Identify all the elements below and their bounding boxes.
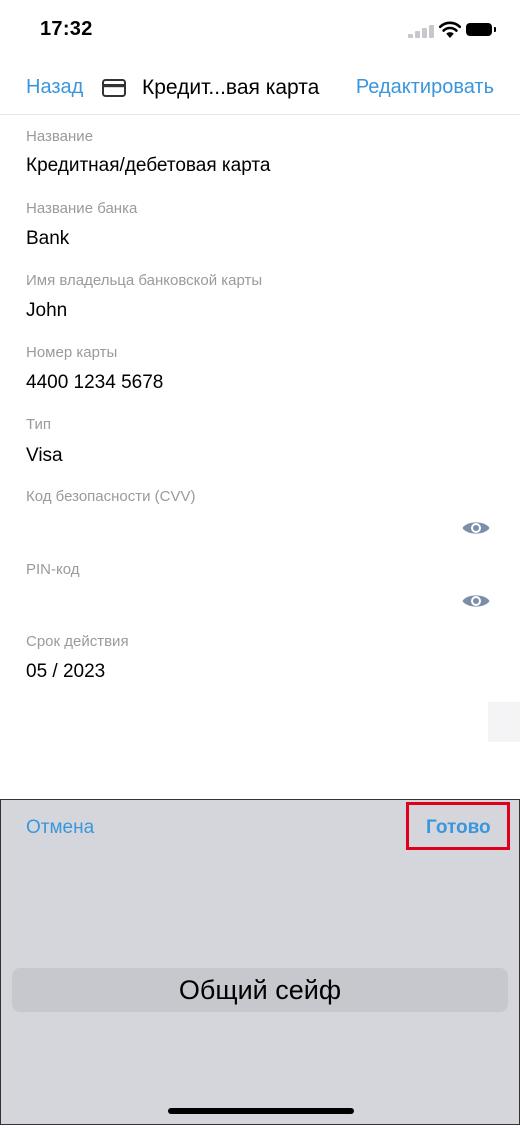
status-time: 17:32 [40, 18, 93, 40]
nav-divider [0, 114, 520, 115]
status-bar: 17:32 [0, 0, 520, 60]
picker-selected-row[interactable]: Общий сейф [12, 968, 508, 1012]
edit-button[interactable]: Редактировать [356, 76, 494, 99]
field-label: Тип [26, 416, 52, 433]
field-label: Номер карты [26, 344, 118, 361]
field-value[interactable]: Bank [26, 228, 69, 250]
page-title: Кредит...вая карта [142, 76, 320, 99]
field-label: Название банка [26, 200, 138, 217]
nav-bar: Назад Кредит...вая карта Редактировать [0, 62, 520, 115]
field-label: Код безопасности (CVV) [26, 488, 196, 505]
field-label: Срок действия [26, 633, 129, 650]
field-value[interactable]: Visa [26, 445, 63, 467]
field-label: Название [26, 128, 94, 145]
field-label: PIN-код [26, 561, 80, 578]
battery-icon [466, 23, 496, 36]
home-indicator [168, 1108, 354, 1114]
credit-card-icon [102, 79, 126, 97]
field-value[interactable]: Кредитная/дебетовая карта [26, 155, 270, 177]
cancel-button[interactable]: Отмена [26, 817, 94, 839]
done-button[interactable]: Готово [426, 817, 491, 839]
vault-picker-sheet: Отмена Готово Общий сейф [0, 799, 520, 1125]
field-value[interactable]: 4400 1234 5678 [26, 372, 163, 394]
wifi-icon [438, 21, 462, 38]
back-button[interactable]: Назад [26, 76, 83, 99]
eye-icon[interactable] [461, 518, 491, 538]
picker-option-label: Общий сейф [178, 975, 342, 1005]
field-label: Имя владельца банковской карты [26, 272, 263, 289]
field-value[interactable]: John [26, 300, 67, 322]
eye-icon[interactable] [461, 591, 491, 611]
scroll-indicator [488, 702, 520, 742]
field-value[interactable]: 05 / 2023 [26, 661, 105, 683]
cellular-signal-icon [408, 24, 438, 38]
